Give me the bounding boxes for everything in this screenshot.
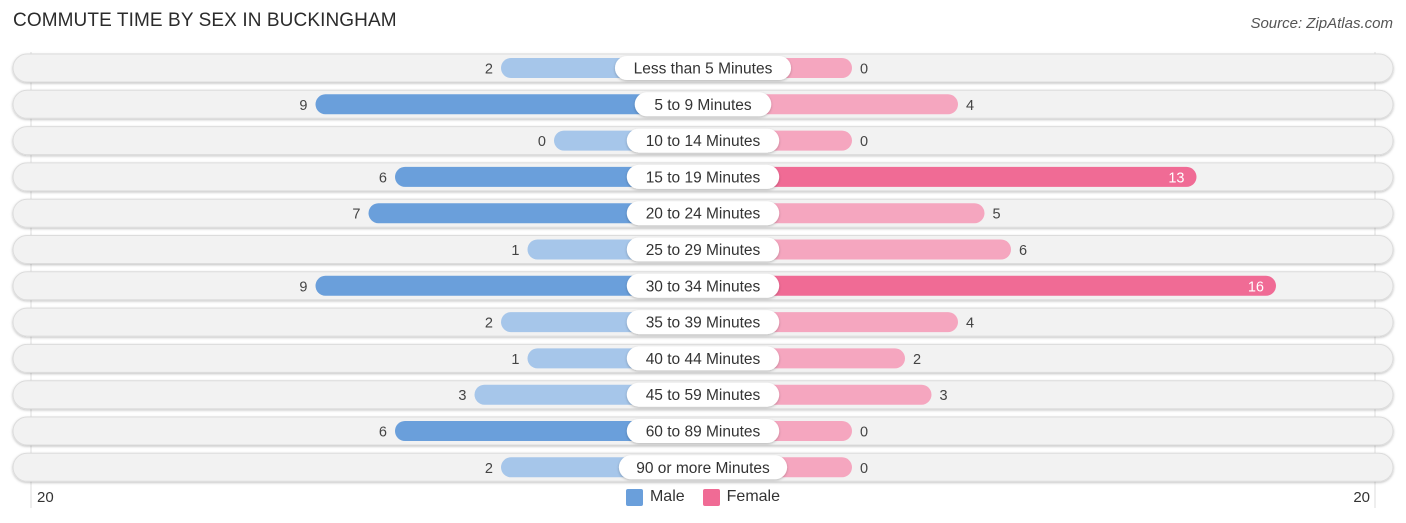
male-value-label: 1 bbox=[511, 352, 519, 368]
legend-swatch-male bbox=[625, 488, 643, 506]
female-value-label: 3 bbox=[940, 388, 948, 404]
male-value-label: 2 bbox=[485, 316, 493, 332]
legend-swatch-female bbox=[702, 488, 720, 506]
chart-canvas: Less than 5 Minutes 2 0 5 to 9 Minutes 9 4 10 … bbox=[12, 52, 1394, 508]
female-value-label: 13 bbox=[1168, 170, 1184, 186]
category-label: 25 to 29 Minutes bbox=[646, 242, 761, 259]
legend-label-female: Female bbox=[726, 488, 781, 505]
female-value-label: 0 bbox=[860, 461, 868, 477]
legend-item-male: Male bbox=[625, 488, 685, 506]
male-value-label: 2 bbox=[485, 461, 493, 477]
category-label: 15 to 19 Minutes bbox=[646, 169, 761, 186]
female-value-label: 4 bbox=[966, 316, 974, 332]
male-value-label: 0 bbox=[538, 134, 546, 150]
category-label: 40 to 44 Minutes bbox=[646, 351, 761, 368]
legend: Male Female bbox=[0, 488, 1406, 506]
category-label: 5 to 9 Minutes bbox=[654, 97, 752, 114]
category-label: 10 to 14 Minutes bbox=[646, 133, 761, 150]
male-value-label: 6 bbox=[379, 170, 387, 186]
female-value-label: 5 bbox=[993, 207, 1001, 223]
male-value-label: 9 bbox=[299, 279, 307, 295]
male-value-label: 3 bbox=[458, 388, 466, 404]
category-label: 60 to 89 Minutes bbox=[646, 424, 761, 441]
female-value-label: 0 bbox=[860, 425, 868, 441]
male-value-label: 2 bbox=[485, 62, 493, 78]
category-label: 90 or more Minutes bbox=[636, 460, 770, 477]
female-value-label: 4 bbox=[966, 98, 974, 114]
female-value-label: 2 bbox=[913, 352, 921, 368]
category-label: 30 to 34 Minutes bbox=[646, 278, 761, 295]
female-value-label: 6 bbox=[1019, 243, 1027, 259]
female-bar bbox=[703, 275, 1276, 296]
category-label: 45 to 59 Minutes bbox=[646, 387, 761, 404]
female-value-label: 0 bbox=[860, 134, 868, 150]
male-value-label: 6 bbox=[379, 425, 387, 441]
male-value-label: 1 bbox=[511, 243, 519, 259]
legend-item-female: Female bbox=[702, 488, 781, 506]
category-label: 20 to 24 Minutes bbox=[646, 206, 761, 223]
category-label: 35 to 39 Minutes bbox=[646, 315, 761, 332]
legend-label-male: Male bbox=[649, 488, 685, 505]
female-value-label: 0 bbox=[860, 62, 868, 78]
male-value-label: 7 bbox=[352, 207, 360, 223]
female-value-label: 16 bbox=[1248, 279, 1264, 295]
category-label: Less than 5 Minutes bbox=[634, 61, 773, 78]
male-value-label: 9 bbox=[299, 98, 307, 114]
